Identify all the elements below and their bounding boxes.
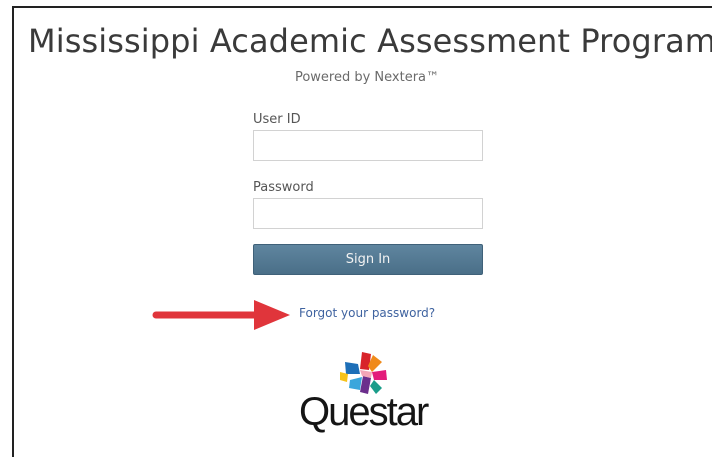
page-title: Mississippi Academic Assessment Program: [28, 22, 712, 60]
user-id-input[interactable]: [253, 130, 483, 161]
password-label: Password: [253, 180, 314, 195]
forgot-password-link[interactable]: Forgot your password?: [299, 306, 435, 320]
sign-in-button[interactable]: Sign In: [253, 244, 483, 275]
password-input[interactable]: [253, 198, 483, 229]
user-id-label: User ID: [253, 112, 301, 127]
right-arrow-icon: [152, 300, 290, 330]
questar-logo-text: Questar: [299, 390, 429, 434]
powered-by-text: Powered by Nextera™: [294, 70, 440, 85]
